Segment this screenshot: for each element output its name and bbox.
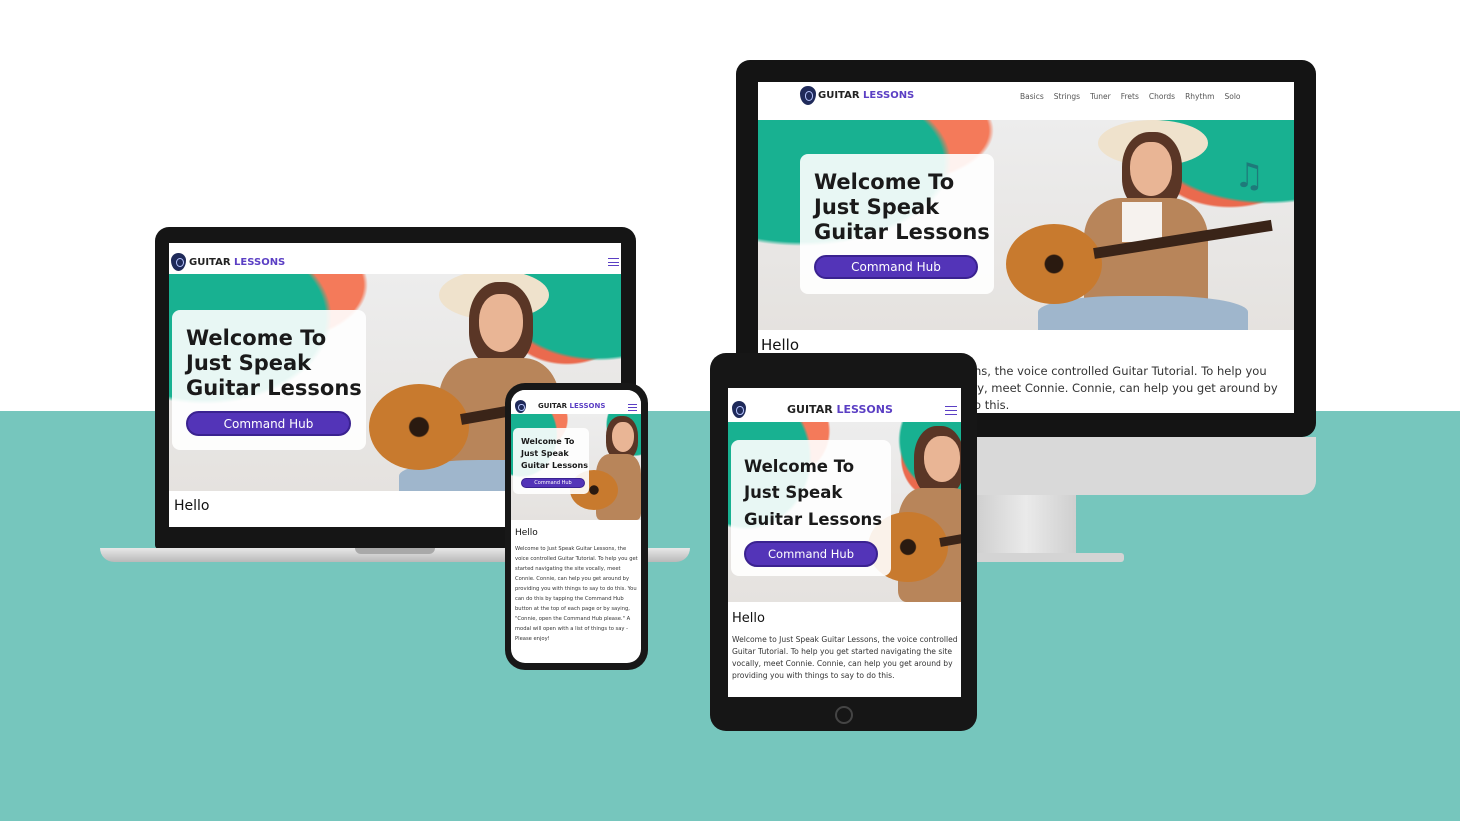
laptop-notch (355, 548, 435, 554)
brand-logo[interactable]: GUITAR LESSONS (538, 402, 605, 410)
guitarist-photo (998, 120, 1294, 330)
navbar: GUITAR LESSONS (169, 243, 621, 274)
nav-link-frets[interactable]: Frets (1121, 92, 1139, 101)
navbar: GUITAR LESSONS (511, 390, 641, 414)
navbar: GUITAR LESSONS (728, 388, 961, 422)
guitar-pick-logo-icon[interactable] (515, 400, 526, 413)
phone-screen: GUITAR LESSONS Welcome To Just Speak Gui… (511, 390, 641, 663)
hello-heading: Hello (174, 498, 210, 514)
nav-link-chords[interactable]: Chords (1149, 92, 1175, 101)
hero-card: Welcome To Just Speak Guitar Lessons Com… (800, 154, 994, 294)
guitar-pick-logo-icon[interactable] (732, 401, 746, 418)
hello-heading: Hello (732, 611, 765, 626)
hero-section: ♫ Welcome To Just Speak Guitar Lessons C… (758, 120, 1294, 330)
guitar-pick-logo-icon[interactable] (800, 86, 816, 105)
command-hub-button[interactable]: Command Hub (814, 255, 978, 279)
hero-card: Welcome To Just Speak Guitar Lessons Com… (172, 310, 366, 450)
hero-title: Welcome To Just Speak Guitar Lessons (744, 457, 883, 529)
brand-logo[interactable]: GUITAR LESSONS (787, 403, 893, 416)
command-hub-button[interactable]: Command Hub (186, 411, 351, 436)
hello-heading: Hello (515, 528, 538, 538)
brand-logo[interactable]: GUITAR LESSONS (818, 90, 914, 101)
hero-title: Welcome To Just Speak Guitar Lessons (814, 170, 990, 244)
navbar: GUITAR LESSONS Basics Strings Tuner Fret… (758, 82, 1294, 120)
imac-stand (976, 495, 1076, 557)
apple-logo-icon (1014, 448, 1040, 478)
tablet-home-button (835, 706, 853, 724)
hero-section: Welcome To Just Speak Guitar Lessons Com… (511, 414, 641, 520)
brand-logo[interactable]: GUITAR LESSONS (189, 257, 285, 268)
nav-link-solo[interactable]: Solo (1224, 92, 1240, 101)
nav-link-basics[interactable]: Basics (1020, 92, 1044, 101)
command-hub-button[interactable]: Command Hub (744, 541, 878, 567)
nav-link-rhythm[interactable]: Rhythm (1185, 92, 1214, 101)
intro-paragraph: Welcome to Just Speak Guitar Lessons, th… (515, 546, 638, 642)
hero-title: Welcome To Just Speak Guitar Lessons (521, 437, 588, 470)
hero-title: Welcome To Just Speak Guitar Lessons (186, 326, 362, 400)
hamburger-menu-icon[interactable] (608, 258, 619, 266)
command-hub-button[interactable]: Command Hub (521, 478, 585, 488)
tablet-screen: GUITAR LESSONS Welcome To Just Speak Gui… (728, 388, 961, 697)
hero-card: Welcome To Just Speak Guitar Lessons Com… (513, 428, 589, 494)
music-note-icon: ♫ (1234, 156, 1265, 196)
hero-card: Welcome To Just Speak Guitar Lessons Com… (731, 440, 891, 576)
guitar-pick-logo-icon[interactable] (171, 253, 186, 271)
nav-link-tuner[interactable]: Tuner (1090, 92, 1111, 101)
hello-heading: Hello (761, 336, 800, 354)
nav-link-strings[interactable]: Strings (1054, 92, 1080, 101)
intro-paragraph: Welcome to Just Speak Guitar Lessons, th… (732, 635, 958, 680)
hero-section: Welcome To Just Speak Guitar Lessons Com… (728, 422, 961, 602)
intro-paragraph: ns, the voice controlled Guitar Tutorial… (974, 364, 1278, 412)
nav-links: Basics Strings Tuner Frets Chords Rhythm… (1020, 92, 1241, 101)
hamburger-menu-icon[interactable] (628, 404, 637, 411)
hamburger-menu-icon[interactable] (945, 406, 957, 415)
